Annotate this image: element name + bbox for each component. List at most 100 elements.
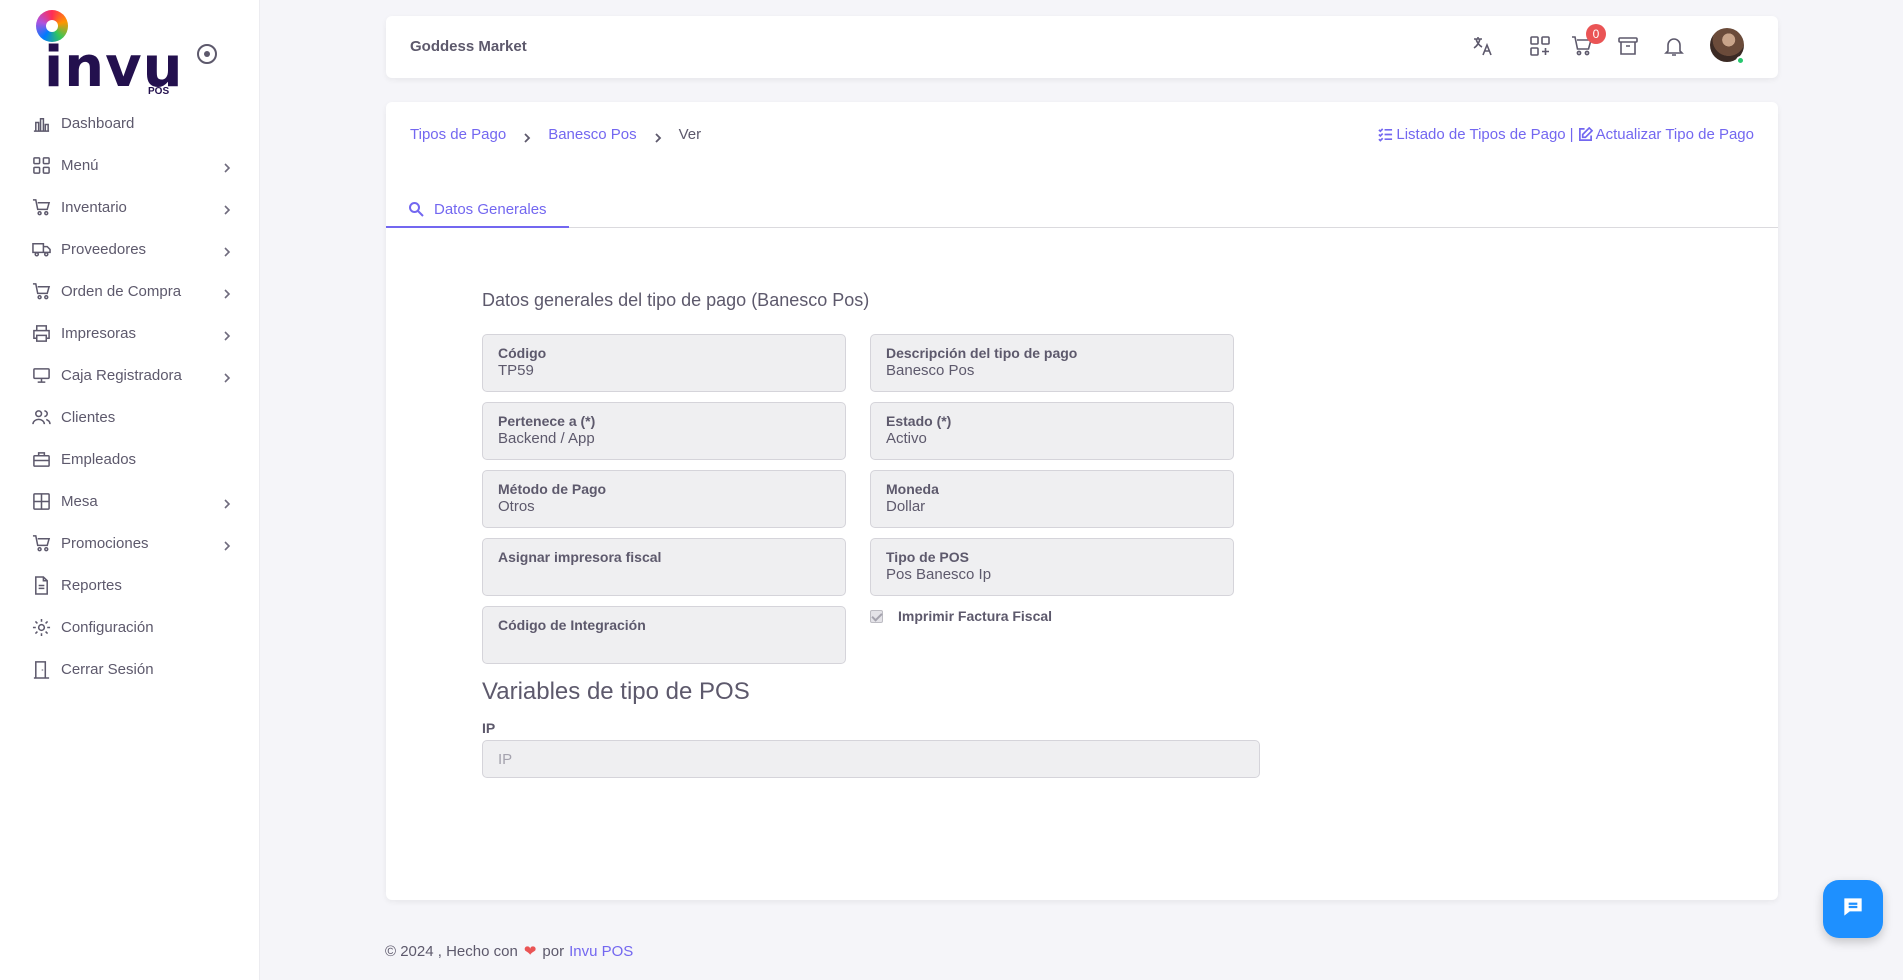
- chevron-right-icon: [222, 370, 232, 383]
- file-icon: [32, 575, 51, 595]
- printer-icon: [32, 324, 51, 343]
- ip-input[interactable]: [482, 740, 1260, 778]
- impresora-fiscal-field[interactable]: Asignar impresora fiscal: [482, 538, 846, 596]
- sidebar-item-clientes[interactable]: Clientes: [0, 396, 260, 438]
- footer: © 2024 , Hecho con ❤ por Invu POS: [385, 942, 633, 961]
- sidebar-item-label: Orden de Compra: [61, 282, 182, 300]
- sidebar-item-promociones[interactable]: Promociones: [0, 522, 260, 564]
- sidebar-item-orden-de-compra[interactable]: Orden de Compra: [0, 270, 260, 312]
- gear-icon: [32, 618, 51, 637]
- sidebar-item-label: Dashboard: [61, 114, 135, 132]
- top-navbar: Goddess Market 0: [386, 16, 1778, 78]
- sidebar-menu: Dashboard Menú Inventario Proveedores Or…: [0, 102, 260, 690]
- sidebar-item-proveedores[interactable]: Proveedores: [0, 228, 260, 270]
- chevron-right-icon: [653, 130, 663, 143]
- door-icon: [32, 660, 51, 679]
- payment-type-card: Tipos de Pago Banesco Pos Ver Listado de…: [386, 102, 1778, 900]
- field-value: Backend / App: [498, 430, 595, 447]
- field-value: TP59: [498, 362, 534, 379]
- estado-field[interactable]: Estado (*) Activo: [870, 402, 1234, 460]
- heart-icon: ❤: [523, 943, 537, 960]
- bar-chart-icon: [32, 114, 51, 133]
- sidebar-item-impresoras[interactable]: Impresoras: [0, 312, 260, 354]
- footer-brand-link[interactable]: Invu POS: [569, 943, 633, 960]
- field-label: Pertenece a (*): [498, 413, 596, 429]
- field-value: Dollar: [886, 498, 926, 515]
- chat-support-button[interactable]: [1823, 880, 1883, 938]
- breadcrumb-banesco-pos[interactable]: Banesco Pos: [548, 126, 636, 143]
- sidebar-item-label: Impresoras: [61, 324, 137, 342]
- pos-variables-title: Variables de tipo de POS: [482, 678, 750, 705]
- apps-add-icon[interactable]: [1528, 34, 1552, 58]
- codigo-field[interactable]: Código TP59: [482, 334, 846, 392]
- descripcion-field[interactable]: Descripción del tipo de pago Banesco Pos: [870, 334, 1234, 392]
- link-separator: |: [1569, 126, 1574, 143]
- codigo-integracion-field[interactable]: Código de Integración: [482, 606, 846, 664]
- sidebar-toggle-icon[interactable]: [197, 44, 217, 64]
- sidebar-item-inventario[interactable]: Inventario: [0, 186, 260, 228]
- translate-icon[interactable]: [1470, 34, 1494, 58]
- sidebar-item-mesa[interactable]: Mesa: [0, 480, 260, 522]
- store-name: Goddess Market: [410, 38, 527, 55]
- field-label: Asignar impresora fiscal: [498, 549, 662, 565]
- field-value: Otros: [498, 498, 535, 515]
- sidebar-item-cerrar-sesion[interactable]: Cerrar Sesión: [0, 648, 260, 690]
- chevron-right-icon: [222, 328, 232, 341]
- chevron-right-icon: [222, 496, 232, 509]
- chevron-right-icon: [222, 244, 232, 257]
- breadcrumb-current: Ver: [678, 126, 702, 143]
- field-label: Tipo de POS: [886, 549, 969, 565]
- archive-icon[interactable]: [1616, 34, 1640, 58]
- ip-label: IP: [482, 720, 496, 736]
- sidebar-item-label: Promociones: [61, 534, 149, 552]
- field-value: Pos Banesco Ip: [886, 566, 992, 583]
- sidebar-item-label: Reportes: [61, 576, 122, 594]
- metodo-pago-field[interactable]: Método de Pago Otros: [482, 470, 846, 528]
- footer-text: © 2024 , Hecho con: [385, 942, 518, 960]
- breadcrumb-tipos-de-pago[interactable]: Tipos de Pago: [410, 126, 506, 143]
- chevron-right-icon: [222, 286, 232, 299]
- sidebar-item-label: Cerrar Sesión: [61, 660, 154, 678]
- list-payment-types-link[interactable]: Listado de Tipos de Pago: [1396, 126, 1565, 143]
- cart-count-badge: 0: [1586, 24, 1606, 44]
- imprimir-factura-fiscal-option: Imprimir Factura Fiscal: [870, 608, 1052, 624]
- imprimir-factura-checkbox[interactable]: [870, 609, 883, 623]
- chevron-right-icon: [222, 160, 232, 173]
- tipo-pos-field[interactable]: Tipo de POS Pos Banesco Ip: [870, 538, 1234, 596]
- online-status-dot: [1736, 56, 1745, 65]
- sidebar-item-menu[interactable]: Menú: [0, 144, 260, 186]
- search-icon: [408, 201, 424, 217]
- shopping-cart-icon: [32, 282, 51, 301]
- sidebar-item-label: Configuración: [61, 618, 154, 636]
- sidebar-item-configuracion[interactable]: Configuración: [0, 606, 260, 648]
- update-payment-type-link[interactable]: Actualizar Tipo de Pago: [1596, 126, 1754, 143]
- sidebar-item-dashboard[interactable]: Dashboard: [0, 102, 260, 144]
- table-icon: [32, 492, 51, 511]
- grid-icon: [32, 156, 51, 175]
- field-value: Banesco Pos: [886, 362, 975, 379]
- logo-subtext: POS: [148, 86, 170, 97]
- bell-icon[interactable]: [1662, 34, 1686, 58]
- sidebar-item-caja-registradora[interactable]: Caja Registradora: [0, 354, 260, 396]
- invu-logo[interactable]: invu POS: [36, 10, 186, 100]
- field-label: Método de Pago: [498, 481, 607, 497]
- header-actions: Listado de Tipos de Pago | Actualizar Ti…: [1378, 126, 1754, 143]
- sidebar-item-label: Proveedores: [61, 240, 147, 258]
- cash-register-icon: [32, 366, 51, 385]
- moneda-field[interactable]: Moneda Dollar: [870, 470, 1234, 528]
- sidebar-item-empleados[interactable]: Empleados: [0, 438, 260, 480]
- list-check-icon: [1378, 127, 1393, 142]
- sidebar-item-label: Inventario: [61, 198, 127, 216]
- field-label: Código: [498, 345, 547, 361]
- sidebar-item-label: Empleados: [61, 450, 137, 468]
- footer-by: por: [542, 942, 565, 960]
- users-icon: [32, 408, 51, 427]
- field-label: Descripción del tipo de pago: [886, 345, 1078, 361]
- tab-datos-generales[interactable]: Datos Generales: [386, 192, 569, 228]
- pertenece-field[interactable]: Pertenece a (*) Backend / App: [482, 402, 846, 460]
- cart-icon: [32, 198, 51, 217]
- sidebar-item-reportes[interactable]: Reportes: [0, 564, 260, 606]
- section-title: Datos generales del tipo de pago (Banesc…: [482, 290, 870, 310]
- checkbox-label: Imprimir Factura Fiscal: [898, 608, 1053, 624]
- field-label: Estado (*): [886, 413, 952, 429]
